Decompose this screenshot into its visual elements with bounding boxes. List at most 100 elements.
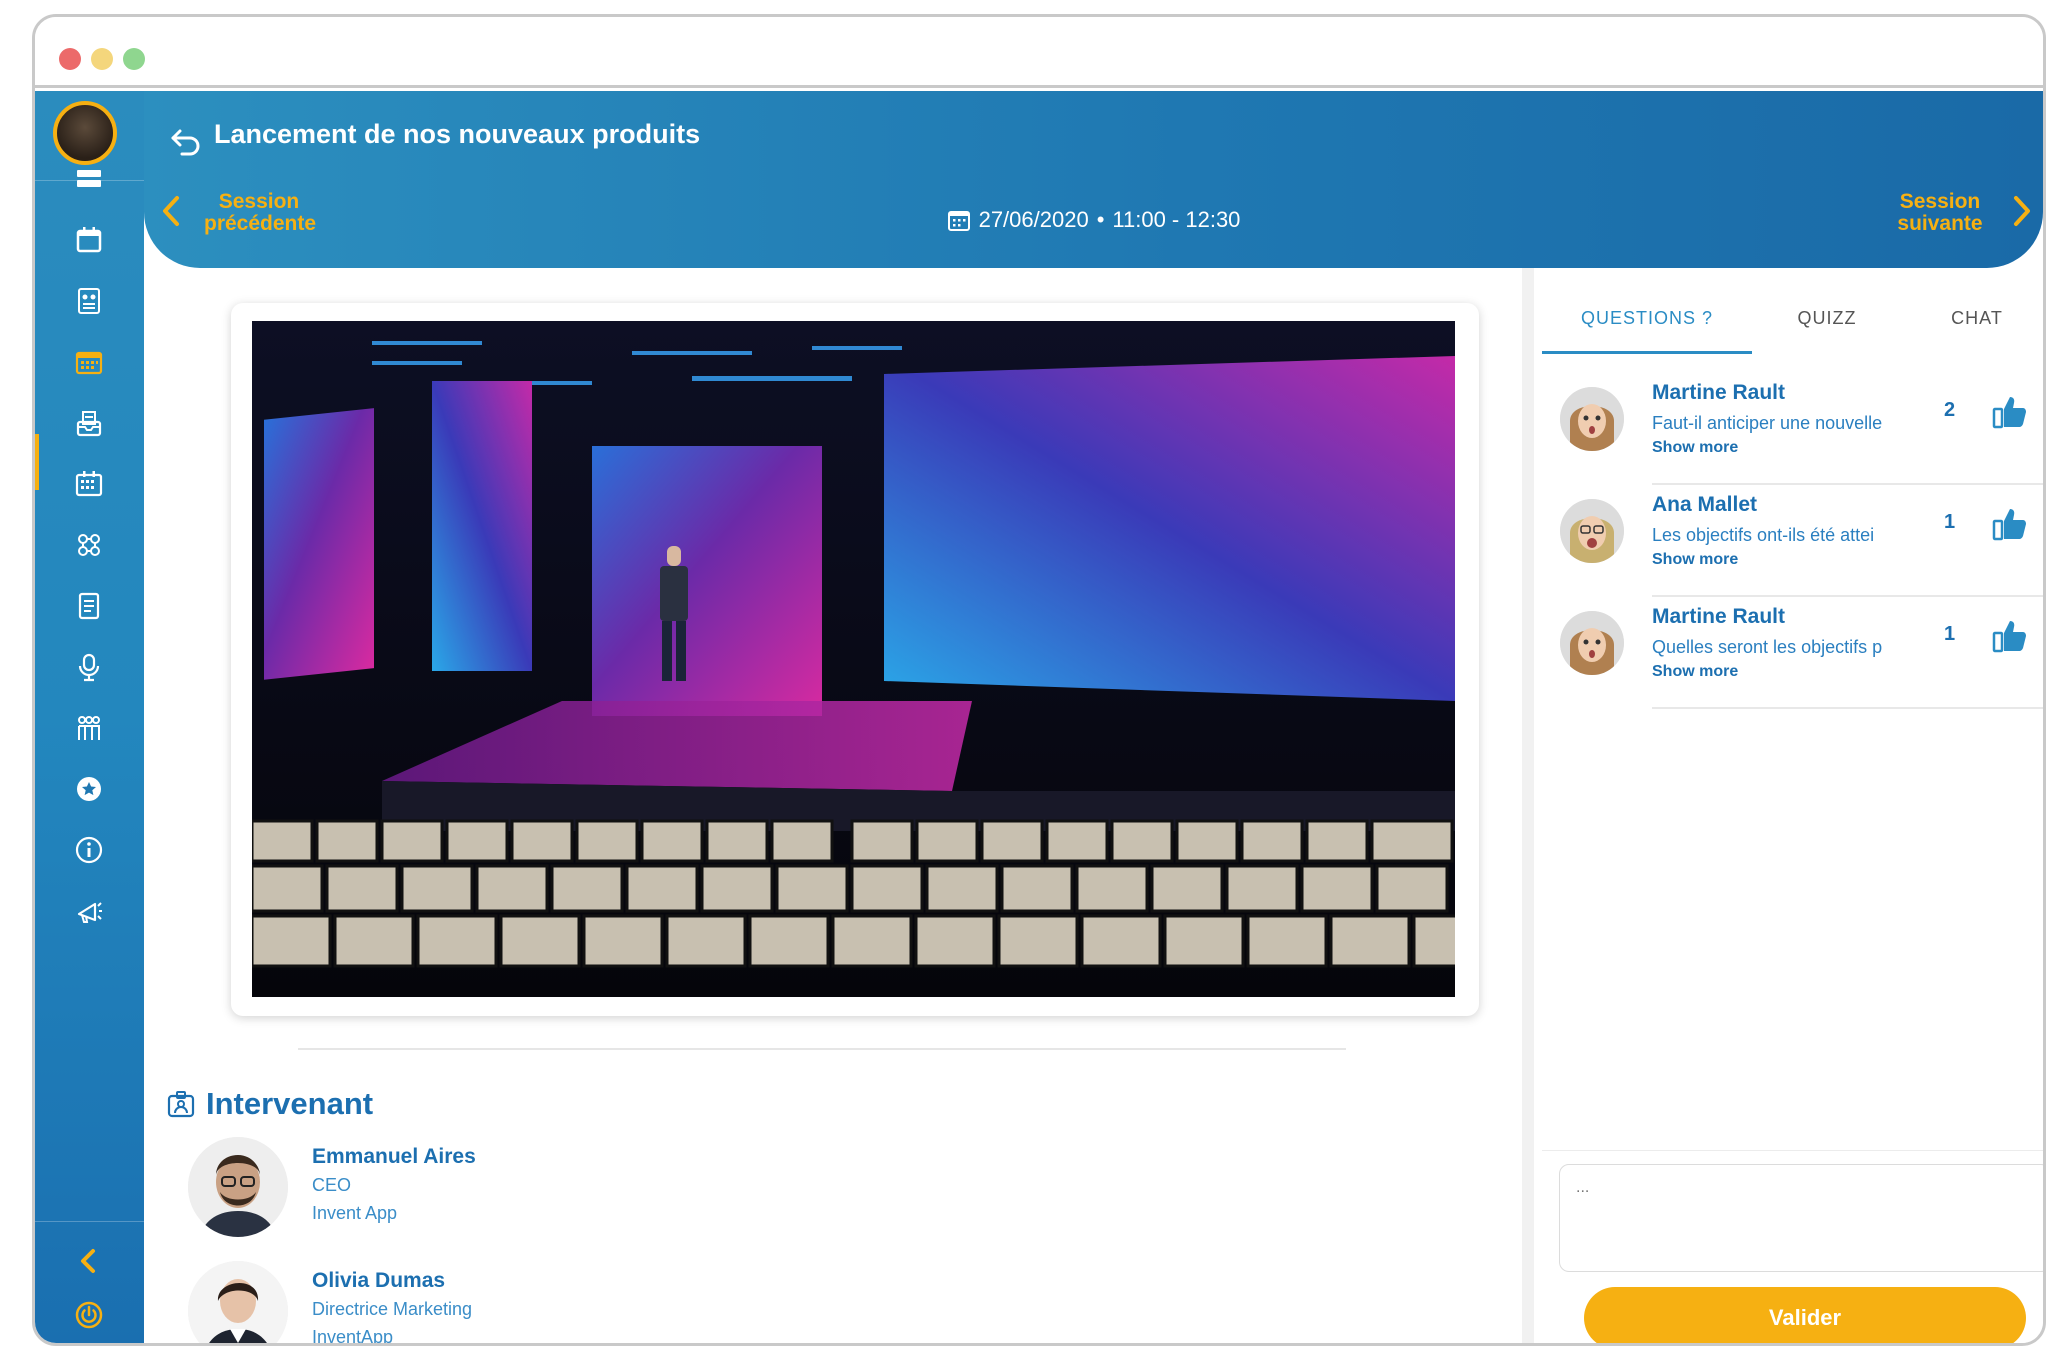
question-author-name: Martine Rault [1652,381,1786,404]
question-separator [1652,707,2043,709]
question-text: Faut-il anticiper une nouvelle [1652,413,1883,433]
back-arrow-icon[interactable] [168,123,204,159]
speaker-card[interactable]: Emmanuel Aires CEO Invent App [188,1137,476,1237]
input-separator [1542,1150,2043,1151]
list-icon [77,170,101,187]
thumbs-up-icon[interactable] [1990,391,2030,431]
session-datetime: 27/06/2020 • 11:00 - 12:30 [144,207,2043,233]
sidebar-item-participants[interactable] [61,700,117,756]
calendar-icon [76,227,102,253]
speakers-section-title: Intervenant [166,1086,373,1122]
video-card [231,303,1479,1016]
speaker-info: Emmanuel Aires CEO Invent App [312,1143,476,1237]
like-count: 1 [1944,623,1956,645]
stage-video-frame [252,321,1455,997]
speaker-avatar [188,1137,288,1237]
calendar-small-icon [947,211,970,231]
question-item[interactable]: Ana Mallet Les objectifs ont-ils été att… [1560,485,2043,597]
minimize-window-button[interactable] [91,48,113,70]
speaker-role: Directrice Marketing [312,1299,473,1319]
title-bar [35,17,2043,88]
content-divider [298,1048,1346,1050]
datetime-separator: • [1096,207,1105,232]
badge-icon [167,1091,195,1118]
app-window: Lancement de nos nouveaux produits Sessi… [32,14,2046,1346]
sidebar-item-list[interactable] [61,151,117,207]
speaker-photo-woman [188,1261,288,1343]
speaker-name[interactable]: Olivia Dumas [312,1267,472,1295]
question-author-avatar [1560,499,1624,563]
people-icon [78,716,100,740]
sidebar-item-agenda[interactable] [61,334,117,390]
question-author-avatar [1560,387,1624,451]
panel-divider [1522,268,1534,1343]
power-icon [75,1301,103,1329]
submit-button[interactable]: Valider [1584,1287,2026,1343]
tab-quizz[interactable]: QUIZZ [1752,288,1902,354]
sidebar-item-schedule[interactable] [61,456,117,512]
next-session-chevron-icon[interactable] [2011,194,2033,228]
speaker-avatar [188,1261,288,1343]
speaker-organization: Invent App [312,1203,398,1223]
speaker-info: Olivia Dumas Directrice Marketing Invent… [312,1267,473,1343]
show-more-link[interactable]: Show more [1652,439,1738,457]
agenda-icon [75,351,103,375]
sidebar-item-speakers[interactable] [61,639,117,695]
live-video-player[interactable] [252,321,1455,997]
show-more-link[interactable]: Show more [1652,663,1738,681]
next-session-button[interactable]: Session suivante [1885,191,1995,235]
next-session-label-line2: suivante [1897,212,1983,235]
megaphone-icon [77,902,102,923]
show-more-link[interactable]: Show more [1652,551,1738,569]
microphone-icon [78,653,100,682]
sidebar-item-calendar[interactable] [61,212,117,268]
sidebar-item-announcements[interactable] [61,883,117,939]
thumbs-up-icon[interactable] [1990,615,2030,655]
question-text: Les objectifs ont-ils été attei [1652,525,1875,545]
thumbs-up-icon[interactable] [1990,503,2030,543]
logout-button[interactable] [61,1287,117,1343]
speaker-photo-man [188,1137,288,1237]
interaction-panel: QUESTIONS ? QUIZZ CHAT Martine Rault Fau… [1534,268,2043,1343]
collapse-sidebar-button[interactable] [61,1233,117,1289]
maximize-window-button[interactable] [123,48,145,70]
network-icon [78,534,100,556]
avatar-woman-surprised [1560,387,1624,451]
like-count: 2 [1944,399,1956,421]
tab-chat[interactable]: CHAT [1902,288,2043,354]
sidebar-item-documents[interactable] [61,578,117,634]
sidebar-item-inbox[interactable] [61,395,117,451]
sidebar-item-info[interactable] [61,822,117,878]
question-author-avatar [1560,611,1624,675]
question-author-name: Ana Mallet [1652,493,1758,516]
info-icon [75,836,103,864]
speaker-card[interactable]: Olivia Dumas Directrice Marketing Invent… [188,1261,473,1343]
question-text: Quelles seront les objectifs p [1652,637,1883,657]
next-session-label-line1: Session [1899,190,1981,213]
star-icon [77,777,101,801]
tab-questions[interactable]: QUESTIONS ? [1542,288,1752,354]
sidebar-active-indicator [35,434,39,490]
close-window-button[interactable] [59,48,81,70]
document-icon [78,592,100,620]
schedule-icon [75,471,103,497]
main-content: Intervenant Emmanuel Aires CEO Invent Ap… [144,268,1522,1343]
session-date: 27/06/2020 [978,207,1089,232]
speaker-role: CEO [312,1175,352,1195]
session-title: Lancement de nos nouveaux produits [214,119,701,149]
sidebar-item-program[interactable] [61,273,117,329]
sidebar [35,91,144,1343]
session-header: Lancement de nos nouveaux produits Sessi… [144,91,2043,268]
sidebar-item-network[interactable] [61,517,117,573]
sidebar-bottom-separator [35,1221,144,1222]
speaker-name[interactable]: Emmanuel Aires [312,1143,476,1171]
like-count: 1 [1944,511,1956,533]
question-item[interactable]: Martine Rault Quelles seront les objecti… [1560,597,2043,709]
collapse-icon [81,1249,95,1273]
sidebar-item-favorites[interactable] [61,761,117,817]
question-author-name: Martine Rault [1652,605,1786,628]
session-time: 11:00 - 12:30 [1112,207,1241,232]
question-item[interactable]: Martine Rault Faut-il anticiper une nouv… [1560,373,2043,485]
avatar-woman-surprised [1560,611,1624,675]
question-input[interactable] [1559,1164,2043,1272]
